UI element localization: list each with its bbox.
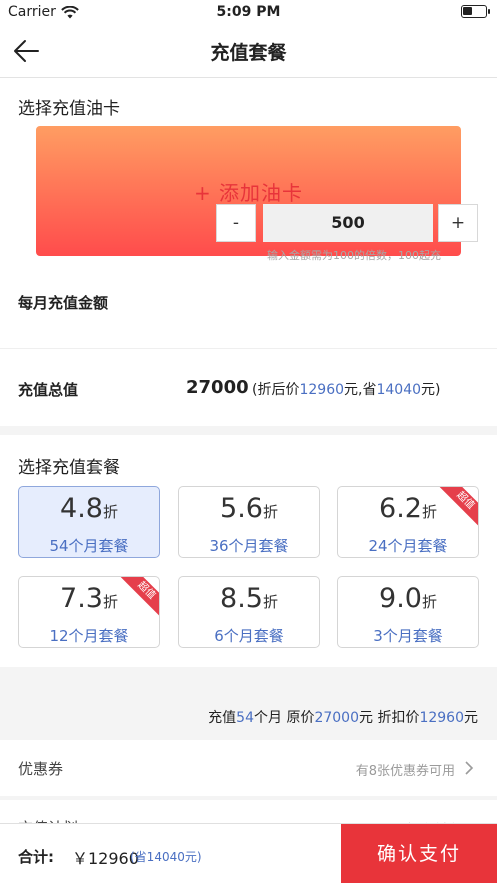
package-months: 3个月套餐 [373,627,443,645]
package-rate: 4.8折 [19,493,159,524]
summary-months: 54 [236,710,254,726]
package-rate-unit: 折 [262,593,278,611]
total-label: 充值总值 [18,381,79,399]
package-rate-value: 4.8 [60,493,103,524]
total-note-suffix: 元) [421,382,441,398]
order-summary: 充值54个月 原价27000元 折扣价12960元 [0,707,478,727]
total-discounted: 12960 [299,382,345,398]
total-note-mid: 元,省 [344,382,377,398]
total-sum-savings: (省14040元) [130,850,202,864]
package-option[interactable]: 5.6折 36个月套餐 [178,486,320,558]
package-section-title: 选择充值套餐 [18,458,120,478]
package-rate-value: 6.2 [379,493,422,524]
package-rate-unit: 折 [421,503,437,521]
package-months: 24个月套餐 [368,537,448,555]
amount-hint: 输入金额需为100的倍数，100起充 [267,249,441,262]
total-note: (折后价12960元,省14040元) [252,379,440,399]
summary-mid: 元 折扣价 [359,710,420,726]
total-saved: 14040 [376,382,422,398]
package-rate-unit: 折 [421,593,437,611]
package-months: 12个月套餐 [49,627,129,645]
package-months: 36个月套餐 [209,537,289,555]
coupon-label: 优惠券 [18,760,64,778]
add-card-label: + 添加油卡 [193,180,304,205]
summary-prefix: 充值 [208,710,237,726]
package-option[interactable]: 8.5折 6个月套餐 [178,576,320,648]
package-rate-unit: 折 [102,593,118,611]
bottom-bar: 合计: ￥12960 (省14040元) 确认支付 [0,823,497,883]
total-section: 充值总值 27000 (折后价12960元,省14040元) [0,348,497,426]
summary-discounted: 12960 [419,710,464,726]
decrease-button[interactable]: - [216,204,256,242]
total-value: 27000 [186,377,249,398]
clock: 5:09 PM [216,4,281,20]
package-rate-value: 8.5 [220,583,263,614]
package-option[interactable]: 4.8折 54个月套餐 [18,486,160,558]
monthly-amount-label: 每月充值金额 [18,294,109,312]
package-rate-value: 7.3 [60,583,103,614]
page-title: 充值套餐 [210,42,287,64]
nav-bar: 充值套餐 [0,24,497,78]
package-rate-unit: 折 [262,503,278,521]
package-rate: 9.0折 [338,583,478,614]
card-section-title: 选择充值油卡 [18,99,120,119]
summary-suffix: 元 [464,710,478,726]
coupon-value: 有8张优惠券可用 [355,764,455,779]
status-bar: Carrier 5:09 PM [0,0,497,24]
battery-icon [461,5,490,18]
package-rate: 5.6折 [179,493,319,524]
package-rate: 8.5折 [179,583,319,614]
package-option[interactable]: 6.2折 24个月套餐 超值 [337,486,479,558]
package-months: 6个月套餐 [214,627,284,645]
summary-original: 27000 [314,710,359,726]
summary-unit: 个月 原价 [254,710,315,726]
package-rate-value: 9.0 [379,583,422,614]
increase-button[interactable]: + [438,204,478,242]
package-section: 选择充值套餐 4.8折 54个月套餐 5.6折 36个月套餐 6.2折 24个月套餐 超值 7… [0,435,497,667]
monthly-amount-input[interactable]: 500 [263,204,433,242]
package-option[interactable]: 9.0折 3个月套餐 [337,576,479,648]
coupon-row[interactable]: 优惠券 有8张优惠券可用 [0,740,497,796]
package-rate-value: 5.6 [220,493,263,524]
package-option[interactable]: 7.3折 12个月套餐 超值 [18,576,160,648]
package-rate-unit: 折 [102,503,118,521]
package-months: 54个月套餐 [49,537,129,555]
total-sum-label: 合计: [18,848,54,866]
total-sum-amount: ￥12960 [72,849,139,868]
chevron-right-icon [465,761,474,775]
total-note-prefix: (折后价 [252,382,300,398]
confirm-pay-button[interactable]: 确认支付 [341,824,497,883]
